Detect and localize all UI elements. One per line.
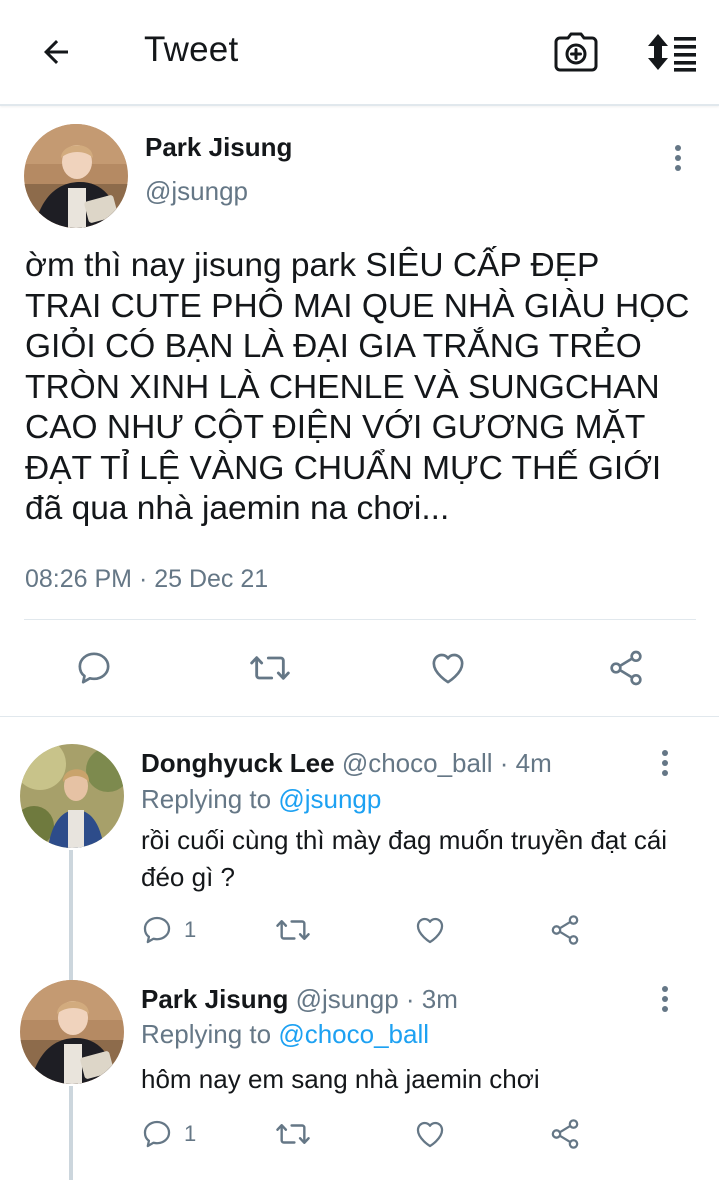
reply-actions: 1 — [0, 908, 719, 952]
reply-meta: @jsungp · 3m — [295, 984, 458, 1014]
reply-button[interactable]: 1 — [140, 1112, 196, 1156]
retweet-icon — [276, 1124, 310, 1144]
share-icon — [610, 650, 642, 686]
reply-button[interactable] — [68, 640, 120, 696]
reply-author-name[interactable]: Donghyuck Lee — [141, 748, 335, 778]
share-button[interactable] — [548, 1112, 582, 1156]
replying-to: Replying to @choco_ball — [141, 1019, 429, 1050]
author-name[interactable]: Park Jisung — [145, 132, 292, 163]
reply-actions: 1 — [0, 1112, 719, 1156]
top-app-bar: Tweet — [0, 0, 719, 106]
sort-list-icon — [648, 34, 696, 72]
divider — [24, 619, 696, 620]
retweet-button[interactable] — [274, 908, 312, 952]
share-button[interactable] — [600, 640, 652, 696]
share-icon — [551, 1119, 579, 1149]
more-vertical-icon — [675, 145, 681, 171]
avatar-photo — [20, 744, 124, 848]
reply-author-name[interactable]: Park Jisung — [141, 984, 288, 1014]
reply-header: Park Jisung @jsungp · 3m — [141, 984, 458, 1015]
like-button[interactable] — [422, 640, 474, 696]
reply-avatar[interactable] — [20, 980, 124, 1084]
reply-icon — [78, 652, 110, 684]
avatar-photo — [24, 124, 128, 228]
arrow-left-icon — [44, 40, 68, 64]
camera-button[interactable] — [552, 28, 600, 76]
reply-avatar[interactable] — [20, 744, 124, 848]
more-vertical-icon — [662, 986, 668, 1012]
share-icon — [551, 915, 579, 945]
retweet-icon — [250, 656, 290, 680]
replying-label: Replying to — [141, 784, 272, 814]
author-handle[interactable]: @jsungp — [145, 176, 248, 207]
like-button[interactable] — [412, 1112, 448, 1156]
reply-more-button[interactable] — [650, 982, 680, 1016]
more-options-button[interactable] — [662, 140, 694, 176]
author-avatar[interactable] — [24, 124, 128, 228]
avatar-photo — [20, 980, 124, 1084]
like-button[interactable] — [412, 908, 448, 952]
sort-button[interactable] — [644, 28, 700, 76]
share-button[interactable] — [548, 908, 582, 952]
more-vertical-icon — [662, 750, 668, 776]
heart-icon — [416, 1121, 444, 1148]
reply-text: rồi cuối cùng thì mày đag muốn truyền đạ… — [141, 825, 668, 892]
camera-plus-icon — [554, 32, 598, 72]
reply-icon — [143, 916, 171, 944]
tweet-timestamp: 08:26 PM · 25 Dec 21 — [25, 565, 269, 593]
back-button[interactable] — [34, 30, 78, 74]
reply-more-button[interactable] — [650, 746, 680, 780]
mention-link[interactable]: @jsungp — [278, 784, 381, 814]
reply-count: 1 — [184, 1121, 197, 1146]
reply-button[interactable]: 1 — [140, 908, 196, 952]
heart-icon — [432, 653, 464, 684]
reply-count: 1 — [184, 917, 197, 942]
page-title: Tweet — [144, 30, 239, 69]
divider — [0, 716, 719, 717]
reply-text: hôm nay em sang nhà jaemin chơi — [141, 1064, 540, 1094]
mention-link[interactable]: @choco_ball — [278, 1019, 429, 1049]
reply-icon — [143, 1120, 171, 1148]
reply-meta: @choco_ball · 4m — [341, 748, 552, 778]
replying-label: Replying to — [141, 1019, 272, 1049]
retweet-button[interactable] — [244, 640, 296, 696]
heart-icon — [416, 917, 444, 944]
retweet-icon — [276, 920, 310, 940]
tweet-text: ờm thì nay jisung park SIÊU CẤP ĐẸP TRAI… — [25, 247, 690, 527]
replying-to: Replying to @jsungp — [141, 784, 381, 815]
retweet-button[interactable] — [274, 1112, 312, 1156]
reply-header: Donghyuck Lee @choco_ball · 4m — [141, 748, 552, 779]
tweet-actions — [0, 640, 719, 696]
